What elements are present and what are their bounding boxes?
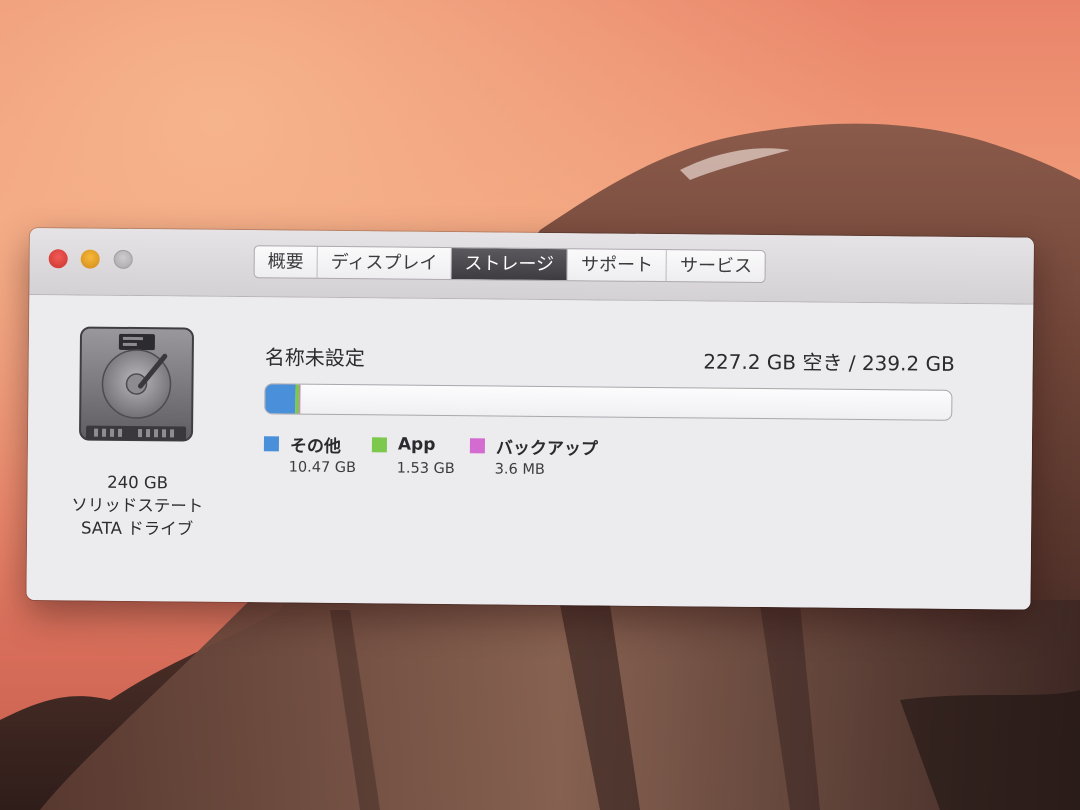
tab-displays[interactable]: ディスプレイ	[317, 246, 452, 280]
tab-storage[interactable]: ストレージ	[451, 248, 569, 281]
usage-segment-other	[265, 384, 296, 414]
legend-label: バックアップ	[495, 437, 599, 459]
tab-bar: 概要 ディスプレイ ストレージ サポート サービス	[253, 245, 767, 284]
tab-support[interactable]: サポート	[567, 249, 668, 282]
legend-item-apps: App 1.53 GB	[371, 432, 470, 478]
storage-pane: 240 GB ソリッドステート SATA ドライブ 名称未設定 227.2 GB…	[26, 294, 1034, 610]
legend-item-backups: バックアップ 3.6 MB	[469, 433, 630, 479]
tab-overview[interactable]: 概要	[254, 246, 318, 278]
tab-service[interactable]: サービス	[667, 250, 765, 282]
legend-swatch-apps	[371, 436, 388, 452]
legend-swatch-other	[263, 435, 280, 451]
legend-size: 3.6 MB	[494, 461, 545, 478]
disk-type: ソリッドステート	[71, 495, 204, 516]
close-button[interactable]	[48, 249, 68, 269]
legend-item-other: その他 10.47 GB	[263, 431, 372, 477]
legend-size: 1.53 GB	[396, 460, 455, 478]
disk-interface: SATA ドライブ	[80, 518, 194, 539]
usage-segment-backups	[299, 384, 301, 414]
zoom-button[interactable]	[113, 249, 133, 269]
legend-label: App	[397, 434, 436, 455]
free-space-summary: 227.2 GB 空き / 239.2 GB	[703, 349, 955, 376]
title-bar: 概要 ディスプレイ ストレージ サポート サービス	[29, 228, 1034, 305]
about-this-mac-window: 概要 ディスプレイ ストレージ サポート サービス 240 GB ソリッドステー…	[26, 228, 1034, 610]
legend-swatch-backups	[469, 437, 486, 453]
storage-usage-bar	[264, 383, 953, 421]
legend-label: その他	[289, 436, 342, 457]
minimize-button[interactable]	[80, 249, 100, 269]
storage-legend: その他 10.47 GB App 1.53 GB バックアップ 3.6 MB	[263, 431, 630, 479]
desktop: 概要 ディスプレイ ストレージ サポート サービス 240 GB ソリッドステー…	[0, 0, 1080, 810]
hard-drive-icon	[79, 326, 194, 442]
disk-info: 240 GB ソリッドステート SATA ドライブ	[47, 470, 228, 541]
disk-capacity: 240 GB	[107, 472, 169, 493]
volume-name: 名称未設定	[264, 345, 365, 371]
legend-size: 10.47 GB	[288, 459, 357, 477]
